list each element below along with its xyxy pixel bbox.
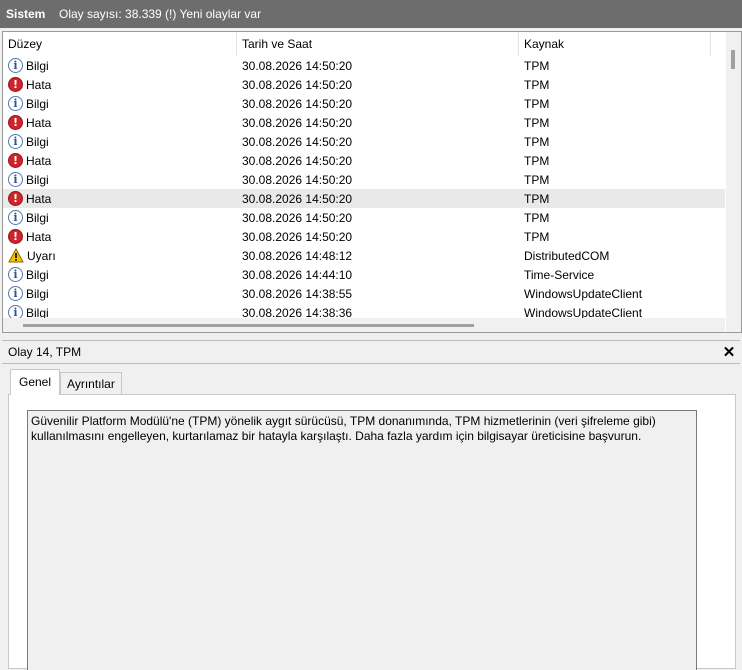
table-row[interactable]: ! Hata 30.08.2026 14:50:20 TPM — [3, 227, 725, 246]
tab-content: Güvenilir Platform Modülü'ne (TPM) yönel… — [8, 394, 736, 670]
warning-icon — [8, 248, 24, 263]
level-label: Hata — [26, 115, 52, 130]
event-count-summary: Olay sayısı: 38.339 (!) Yeni olaylar var — [59, 7, 262, 21]
info-icon: i — [8, 267, 23, 282]
table-row[interactable]: i Bilgi 30.08.2026 14:50:20 TPM — [3, 208, 725, 227]
cell-level: Uyarı — [3, 248, 237, 263]
log-header: Sistem Olay sayısı: 38.339 (!) Yeni olay… — [0, 0, 742, 28]
table-row[interactable]: i Bilgi 30.08.2026 14:38:55 WindowsUpdateCl… — [3, 284, 725, 303]
scrollbar-thumb[interactable] — [23, 324, 474, 327]
cell-level: ! Hata — [3, 153, 237, 168]
cell-source: TPM — [524, 153, 550, 168]
error-icon: ! — [8, 229, 23, 244]
cell-level: i Bilgi — [3, 134, 237, 149]
error-icon: ! — [8, 77, 23, 92]
table-row[interactable]: i Bilgi 30.08.2026 14:50:20 TPM — [3, 56, 725, 75]
column-header-level[interactable]: Düzey — [3, 32, 237, 56]
tab-general[interactable]: Genel — [10, 369, 61, 395]
event-detail-header: Olay 14, TPM ✕ — [2, 340, 740, 364]
horizontal-scrollbar[interactable] — [3, 318, 725, 332]
table-row[interactable]: i Bilgi 30.08.2026 14:50:20 TPM — [3, 132, 725, 151]
error-icon: ! — [8, 115, 23, 130]
level-label: Bilgi — [26, 58, 49, 73]
table-row[interactable]: ! Hata 30.08.2026 14:50:20 TPM — [3, 151, 725, 170]
table-row[interactable]: i Bilgi 30.08.2026 14:50:20 TPM — [3, 94, 725, 113]
level-label: Hata — [26, 153, 52, 168]
level-label: Hata — [26, 191, 52, 206]
cell-source: Time-Service — [524, 267, 595, 282]
cell-level: ! Hata — [3, 229, 237, 244]
level-label: Uyarı — [27, 248, 56, 263]
cell-date: 30.08.2026 14:50:20 — [242, 172, 353, 187]
cell-source: TPM — [524, 229, 550, 244]
cell-level: ! Hata — [3, 77, 237, 92]
cell-date: 30.08.2026 14:50:20 — [242, 229, 353, 244]
column-headers: Düzey Tarih ve Saat Kaynak — [3, 32, 725, 56]
level-label: Bilgi — [26, 267, 49, 282]
event-list[interactable]: Düzey Tarih ve Saat Kaynak i Bilgi 30.08.2… — [2, 31, 742, 333]
cell-source: TPM — [524, 210, 550, 225]
cell-source: WindowsUpdateClient — [524, 286, 643, 301]
level-label: Bilgi — [26, 286, 49, 301]
cell-source: TPM — [524, 77, 550, 92]
info-icon: i — [8, 172, 23, 187]
event-description[interactable]: Güvenilir Platform Modülü'ne (TPM) yönel… — [27, 410, 697, 670]
cell-level: i Bilgi — [3, 286, 237, 301]
info-icon: i — [8, 286, 23, 301]
cell-level: ! Hata — [3, 115, 237, 130]
column-header-date[interactable]: Tarih ve Saat — [237, 32, 519, 56]
cell-level: i Bilgi — [3, 58, 237, 73]
cell-source: TPM — [524, 96, 550, 111]
cell-date: 30.08.2026 14:50:20 — [242, 153, 353, 168]
column-header-source[interactable]: Kaynak — [519, 32, 711, 56]
detail-tabs: Genel Ayrıntılar — [10, 369, 122, 395]
table-row[interactable]: i Bilgi 30.08.2026 14:44:10 Time-Service — [3, 265, 725, 284]
log-name: Sistem — [6, 7, 46, 21]
cell-date: 30.08.2026 14:50:20 — [242, 115, 353, 130]
cell-date: 30.08.2026 14:50:20 — [242, 134, 353, 149]
info-icon: i — [8, 210, 23, 225]
event-rows: i Bilgi 30.08.2026 14:50:20 TPM! Hata 30.08.2… — [3, 56, 725, 322]
cell-source: TPM — [524, 58, 550, 73]
cell-date: 30.08.2026 14:44:10 — [242, 267, 353, 282]
level-label: Hata — [26, 77, 52, 92]
cell-source: TPM — [524, 134, 550, 149]
cell-level: ! Hata — [3, 191, 237, 206]
event-detail-title: Olay 14, TPM — [8, 345, 82, 359]
level-label: Bilgi — [26, 134, 49, 149]
cell-level: i Bilgi — [3, 96, 237, 111]
info-icon: i — [8, 58, 23, 73]
cell-source: DistributedCOM — [524, 248, 610, 263]
info-icon: i — [8, 134, 23, 149]
table-row[interactable]: i Bilgi 30.08.2026 14:50:20 TPM — [3, 170, 725, 189]
table-row[interactable]: ! Hata 30.08.2026 14:50:20 TPM — [3, 113, 725, 132]
table-row[interactable]: ! Hata 30.08.2026 14:50:20 TPM — [3, 75, 725, 94]
cell-date: 30.08.2026 14:50:20 — [242, 191, 353, 206]
cell-date: 30.08.2026 14:50:20 — [242, 210, 353, 225]
cell-date: 30.08.2026 14:48:12 — [242, 248, 353, 263]
table-row[interactable]: Uyarı 30.08.2026 14:48:12 DistributedCOM — [3, 246, 725, 265]
level-label: Bilgi — [26, 210, 49, 225]
cell-source: TPM — [524, 172, 550, 187]
vertical-scrollbar[interactable] — [726, 32, 741, 332]
cell-date: 30.08.2026 14:50:20 — [242, 77, 353, 92]
error-icon: ! — [8, 153, 23, 168]
error-icon: ! — [8, 191, 23, 206]
cell-date: 30.08.2026 14:50:20 — [242, 96, 353, 111]
level-label: Hata — [26, 229, 52, 244]
cell-level: i Bilgi — [3, 210, 237, 225]
level-label: Bilgi — [26, 96, 49, 111]
close-icon[interactable]: ✕ — [718, 343, 740, 361]
info-icon: i — [8, 96, 23, 111]
tab-details[interactable]: Ayrıntılar — [60, 372, 122, 395]
cell-level: i Bilgi — [3, 172, 237, 187]
level-label: Bilgi — [26, 172, 49, 187]
scrollbar-thumb[interactable] — [731, 50, 735, 69]
cell-source: TPM — [524, 115, 550, 130]
cell-source: TPM — [524, 191, 550, 206]
cell-date: 30.08.2026 14:50:20 — [242, 58, 353, 73]
table-row[interactable]: ! Hata 30.08.2026 14:50:20 TPM — [3, 189, 725, 208]
cell-date: 30.08.2026 14:38:55 — [242, 286, 353, 301]
cell-level: i Bilgi — [3, 267, 237, 282]
